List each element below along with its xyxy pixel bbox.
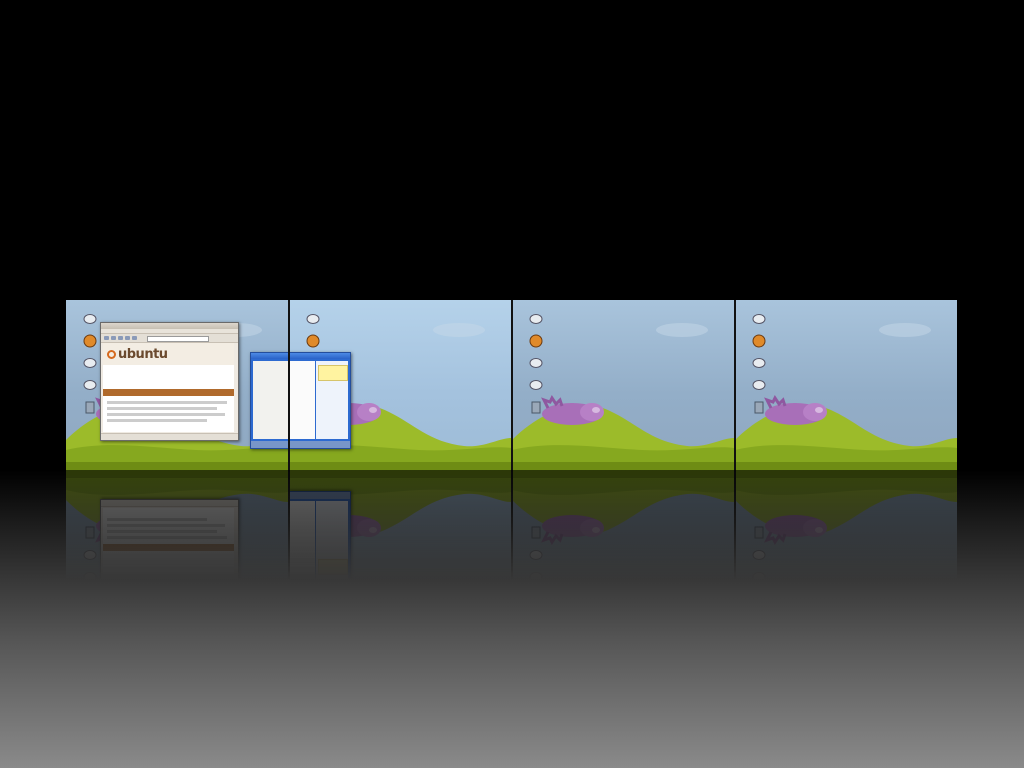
forward-icon [111, 336, 116, 340]
computer-icon[interactable] [82, 310, 98, 328]
trash-icon[interactable] [528, 398, 544, 416]
workspace-divider [511, 300, 513, 470]
workspace-divider [734, 300, 736, 470]
content-header-bar [103, 544, 234, 551]
desktop-icons [747, 520, 771, 580]
url-bar [147, 336, 209, 342]
trash-icon[interactable] [751, 398, 767, 416]
app-window-edge[interactable] [250, 352, 288, 449]
workspace-2 [289, 470, 511, 580]
app-window [289, 491, 351, 580]
workspace-divider [734, 470, 736, 580]
network-icon[interactable] [751, 354, 767, 372]
content-row [107, 407, 217, 410]
workspace-2[interactable] [289, 300, 511, 470]
network-icon-2[interactable] [751, 376, 767, 394]
computer-icon[interactable] [528, 310, 544, 328]
workspace-3[interactable] [512, 300, 734, 470]
ubuntu-header: ubuntu [103, 343, 234, 365]
workspace-4[interactable] [735, 300, 957, 470]
network-icon [83, 572, 97, 580]
network-icon-2[interactable] [528, 376, 544, 394]
window-titlebar [289, 353, 350, 359]
workspace-1[interactable]: ubuntu [66, 300, 288, 470]
workspace-divider [288, 470, 290, 580]
workspace-divider [511, 470, 513, 580]
back-icon [104, 336, 109, 340]
workspace-reflection: ubuntu [66, 470, 958, 580]
trash-icon [85, 526, 95, 539]
workspace-divider [288, 300, 290, 470]
network-icon-2 [752, 550, 766, 560]
trash-icon [754, 526, 764, 539]
window-statusbar [289, 441, 350, 448]
window-note [318, 365, 348, 381]
content-row [107, 524, 225, 527]
browser-window: ubuntu [100, 499, 239, 580]
desktop-icons [524, 310, 548, 420]
network-icon [529, 572, 543, 580]
trash-icon[interactable] [82, 398, 98, 416]
content-row [107, 536, 227, 539]
content-row [107, 413, 225, 416]
content-row [107, 530, 217, 533]
ubuntu-circle-icon [107, 350, 116, 359]
browser-statusbar [101, 500, 238, 507]
workspace-switcher: ubuntu [66, 300, 958, 470]
window-note [318, 559, 348, 575]
browser-toolbar [101, 334, 238, 343]
content-row [107, 518, 207, 521]
browser-statusbar [101, 433, 238, 440]
ubuntu-header: ubuntu [103, 575, 234, 580]
home-folder-icon[interactable] [528, 332, 544, 350]
home-folder-icon[interactable] [751, 332, 767, 350]
window-statusbar [251, 441, 288, 448]
network-icon-2 [529, 550, 543, 560]
home-folder-icon[interactable] [82, 332, 98, 350]
home-folder-icon[interactable] [305, 332, 321, 350]
network-icon-2[interactable] [82, 376, 98, 394]
window-document-pane [289, 501, 315, 579]
app-window[interactable] [289, 352, 351, 449]
network-icon[interactable] [82, 354, 98, 372]
browser-window[interactable]: ubuntu [100, 322, 239, 441]
ubuntu-logo: ubuntu [107, 347, 168, 362]
desktop-icons [747, 310, 771, 420]
desktop-icons [524, 520, 548, 580]
browser-content: ubuntu [103, 508, 234, 580]
content-row [107, 419, 207, 422]
network-icon[interactable] [528, 354, 544, 372]
content-row [107, 401, 227, 404]
home-icon [132, 336, 137, 340]
trash-icon [531, 526, 541, 539]
desktop-icons [78, 310, 102, 420]
ubuntu-logo-text: ubuntu [118, 347, 168, 362]
desktop-icons [78, 520, 102, 580]
content-header-bar [103, 389, 234, 396]
window-statusbar [289, 492, 350, 499]
browser-content: ubuntu [103, 343, 234, 432]
window-titlebar [251, 353, 288, 359]
computer-icon[interactable] [751, 310, 767, 328]
computer-icon[interactable] [305, 310, 321, 328]
window-document-pane [289, 361, 315, 439]
ubuntu-logo: ubuntu [107, 578, 168, 580]
workspace-1: ubuntu [66, 470, 288, 580]
ubuntu-logo-text: ubuntu [118, 578, 168, 580]
workspace-4 [735, 470, 957, 580]
window-list-pane [253, 361, 288, 439]
network-icon [752, 572, 766, 580]
workspace-3 [512, 470, 734, 580]
stop-icon [125, 336, 130, 340]
reload-icon [118, 336, 123, 340]
network-icon-2 [83, 550, 97, 560]
